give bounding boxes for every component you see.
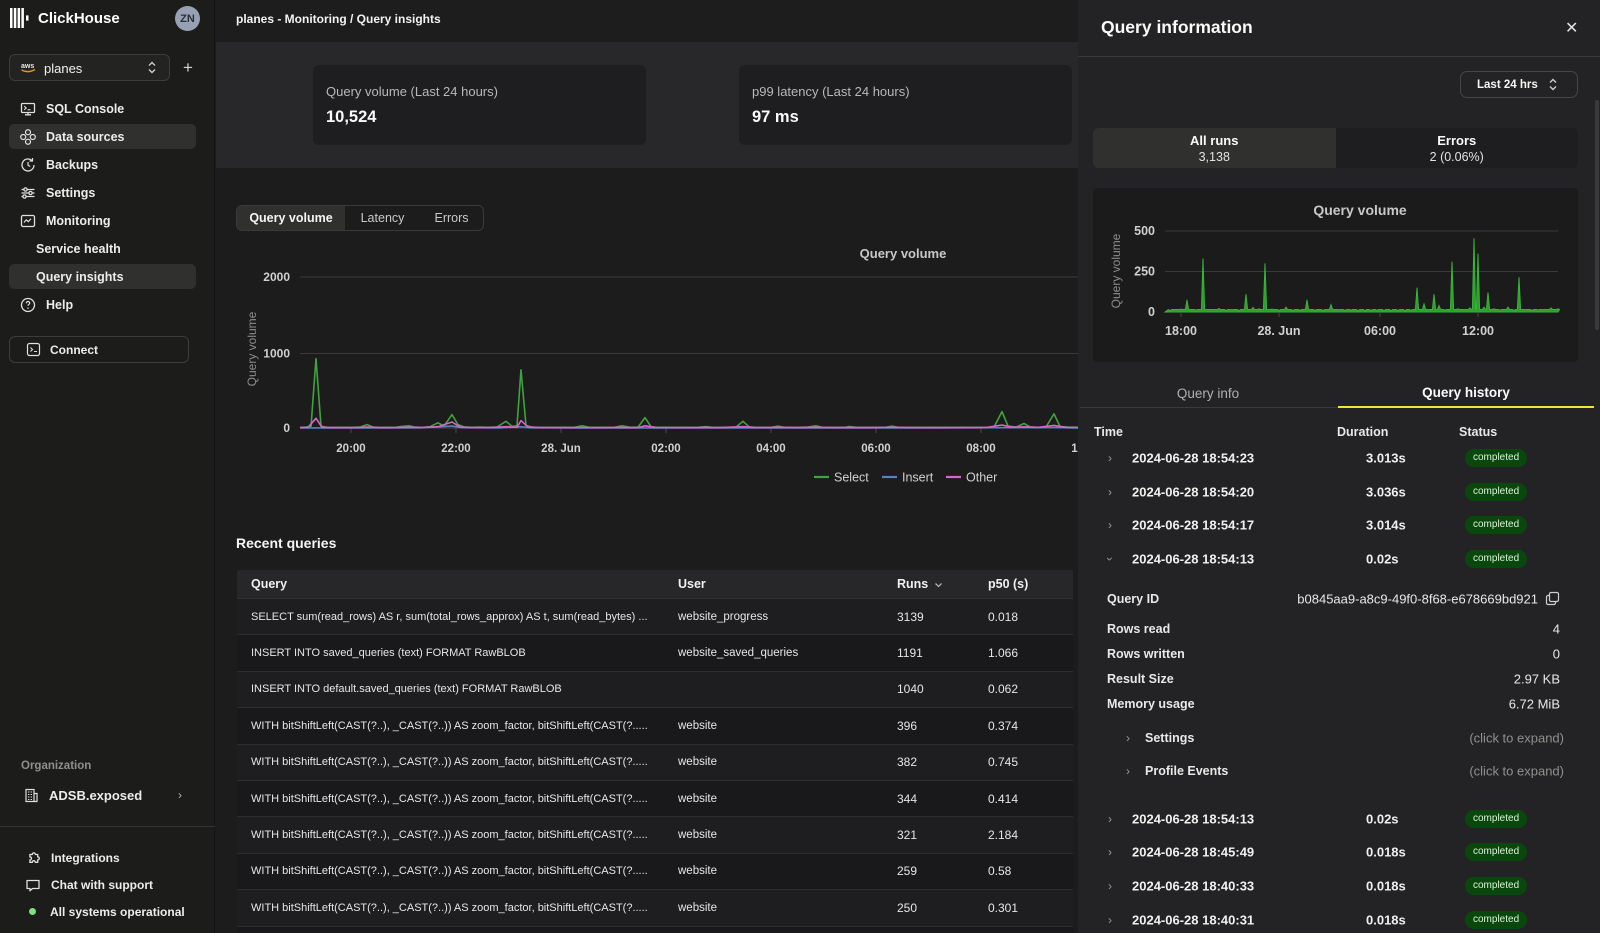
svg-text:Query volume: Query volume — [860, 246, 947, 261]
svg-text:Query volume: Query volume — [245, 311, 259, 386]
svg-text:Select: Select — [834, 471, 869, 485]
svg-text:12:00: 12:00 — [1462, 324, 1494, 338]
svg-text:500: 500 — [1134, 224, 1155, 238]
svg-text:02:00: 02:00 — [651, 443, 680, 455]
svg-text:06:00: 06:00 — [1364, 324, 1396, 338]
svg-text:250: 250 — [1134, 265, 1155, 279]
svg-text:18:00: 18:00 — [1165, 324, 1197, 338]
svg-text:20:00: 20:00 — [336, 443, 365, 455]
svg-text:Query volume: Query volume — [1109, 233, 1123, 308]
svg-text:1000: 1000 — [263, 347, 290, 361]
svg-text:aws: aws — [21, 63, 34, 70]
svg-text:Other: Other — [966, 471, 997, 485]
svg-text:28. Jun: 28. Jun — [541, 443, 581, 455]
svg-text:10:00: 10:00 — [1071, 443, 1078, 455]
svg-text:2000: 2000 — [263, 270, 290, 284]
svg-text:0: 0 — [283, 421, 290, 435]
svg-text:22:00: 22:00 — [441, 443, 470, 455]
svg-text:08:00: 08:00 — [966, 443, 995, 455]
svg-text:04:00: 04:00 — [756, 443, 785, 455]
svg-text:Insert: Insert — [902, 471, 934, 485]
svg-text:0: 0 — [1148, 305, 1155, 319]
svg-text:Query volume: Query volume — [1313, 202, 1407, 218]
svg-text:28. Jun: 28. Jun — [1257, 324, 1300, 338]
svg-text:06:00: 06:00 — [861, 443, 890, 455]
